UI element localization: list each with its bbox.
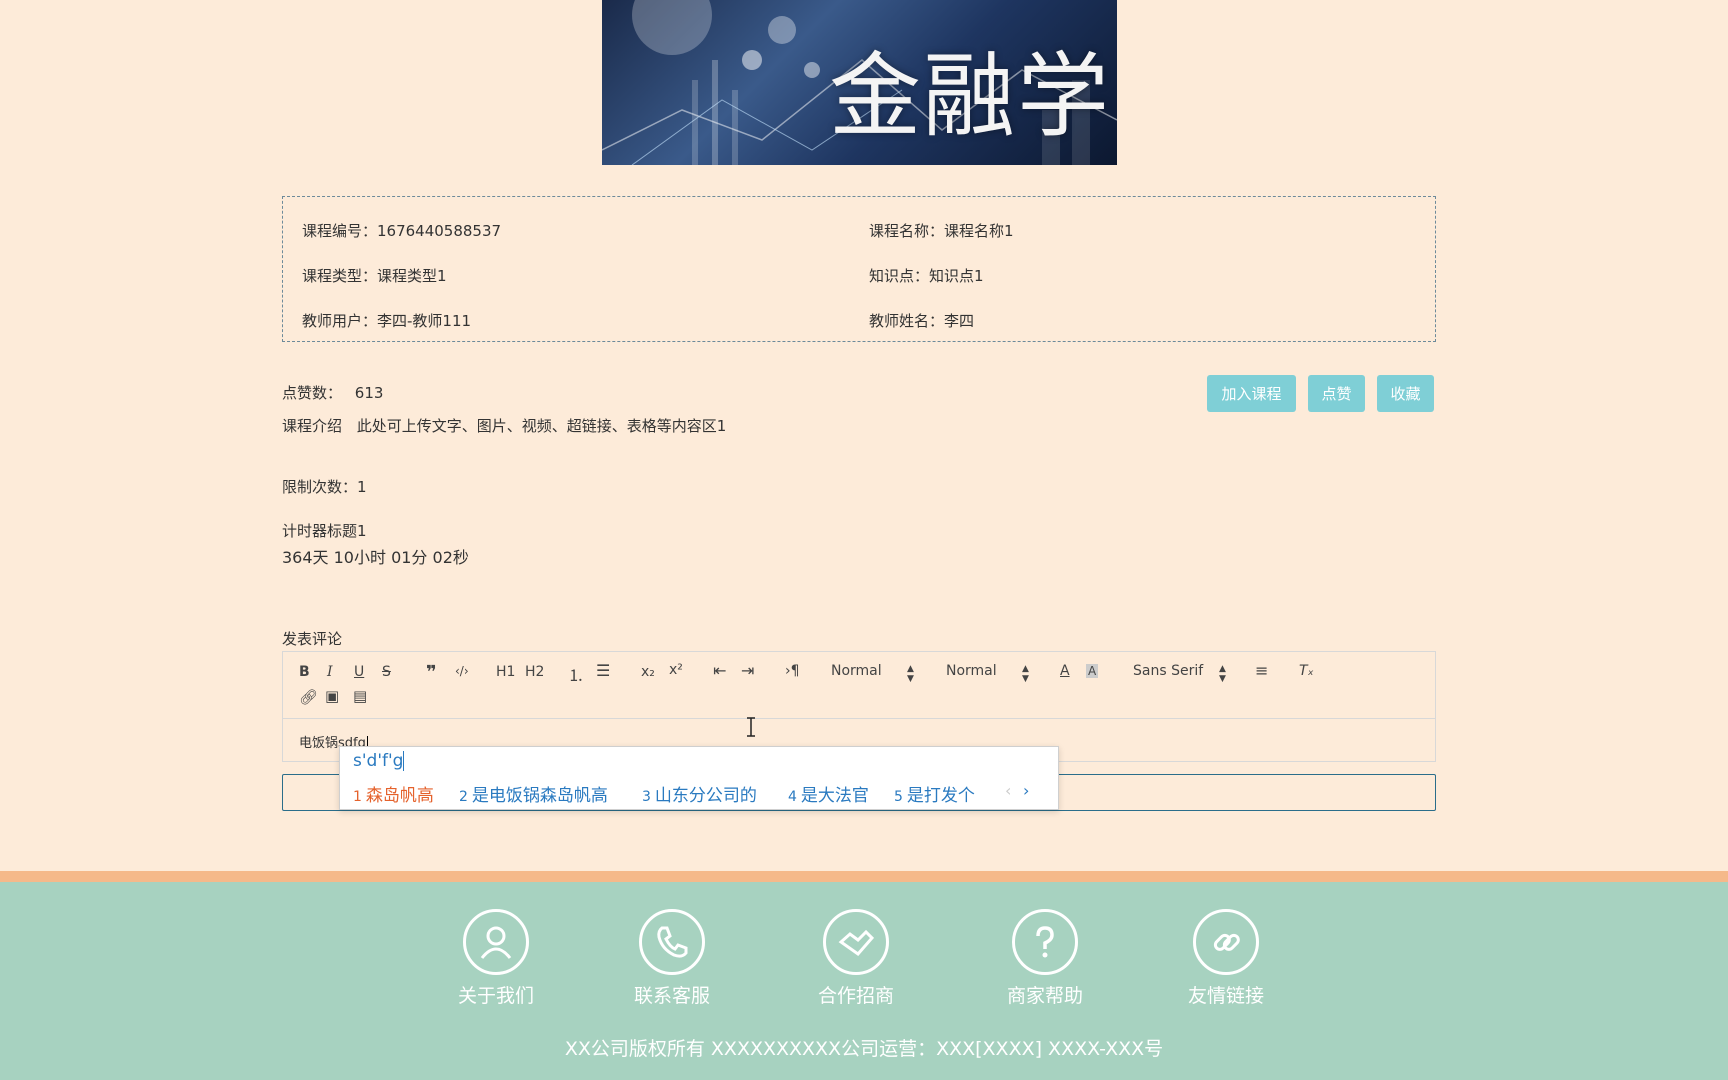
footer-label-service: 联系客服 [633, 985, 710, 1007]
bullet-list-icon[interactable]: ☰ [596, 661, 610, 680]
favorite-button[interactable]: 收藏 [1377, 375, 1434, 412]
footer-label-about: 关于我们 [457, 985, 534, 1007]
size-select[interactable]: Normal ▲ ▼ [946, 663, 1036, 684]
size-select-value: Normal [946, 663, 997, 679]
footer-label-friends: 友情链接 [1187, 985, 1264, 1007]
select-arrow-icon: ▲ ▼ [1022, 664, 1029, 684]
ime-candidate-popup: s'd'f'g 1 森岛帆高 2 是电饭锅森岛帆高 3 山东分公司的 4 是大法官 5是… [339, 746, 1059, 810]
course-number: 课程编号：1676440588537 [302, 222, 502, 240]
ime-candidate-5[interactable]: 5 是打发个 [894, 781, 975, 806]
course-name: 课程名称：课程名称1 [869, 222, 1014, 240]
footer-stripe [0, 871, 1728, 882]
image-icon[interactable]: ▣ [325, 687, 339, 705]
limit-count: 限制次数：1 [282, 478, 367, 496]
header1-icon[interactable]: H1 [496, 664, 515, 680]
question-icon [1012, 909, 1078, 975]
link-icon [1193, 909, 1259, 975]
likes-label: 点赞数： [282, 384, 343, 402]
like-button[interactable]: 点赞 [1308, 375, 1365, 412]
course-intro: 课程介绍 此处可上传文字、图片、视频、超链接、表格等内容区1 [282, 415, 726, 436]
footer: 关于我们 联系客服 合作招商 商家帮助 友情链接 XX公司版权所有 XXXXXX… [0, 882, 1728, 1080]
text-direction-icon[interactable]: ›¶ [785, 663, 800, 679]
intro-value: 此处可上传文字、图片、视频、超链接、表格等内容区1 [356, 417, 727, 435]
indent-icon[interactable]: ⇥ [741, 661, 754, 680]
background-color-icon[interactable]: A [1086, 664, 1099, 678]
handshake-icon [823, 909, 889, 975]
code-block-icon[interactable]: ‹/› [455, 664, 469, 678]
ime-candidate-4[interactable]: 4 是大法官 [788, 781, 869, 806]
underline-icon[interactable]: U [354, 664, 364, 680]
link-icon[interactable]: 🔗︎ [299, 688, 318, 706]
outdent-icon[interactable]: ⇤ [713, 661, 726, 680]
copyright-text: XX公司版权所有 XXXXXXXXXX公司运营：XXX[XXXX] XXXX-X… [564, 1038, 1164, 1060]
select-arrow-icon: ▲ ▼ [1219, 664, 1226, 684]
ime-next-icon[interactable]: › [1023, 781, 1029, 800]
footer-link-service[interactable]: 联系客服 [612, 909, 732, 1008]
video-icon[interactable]: ▤ [353, 687, 367, 705]
superscript-icon[interactable]: x² [669, 662, 683, 678]
comment-label: 发表评论 [282, 630, 343, 648]
phone-icon [639, 909, 705, 975]
editor-toolbar: B I U S ❞ ‹/› H1 H2 ⒈ ☰ x₂ x² ⇤ ⇥ ›¶ Nor… [283, 652, 1435, 719]
teacher-name: 教师姓名：李四 [869, 312, 975, 330]
join-course-button[interactable]: 加入课程 [1207, 375, 1296, 412]
header-select[interactable]: Normal ▲ ▼ [831, 663, 921, 684]
course-info-panel: 课程编号：1676440588537 课程名称：课程名称1 课程类型：课程类型1… [282, 196, 1436, 342]
header2-icon[interactable]: H2 [525, 664, 544, 680]
ime-prev-icon[interactable]: ‹ [1005, 781, 1011, 800]
likes-count: 点赞数： 613 [282, 382, 383, 403]
text-color-icon[interactable]: A [1060, 663, 1070, 679]
ime-candidate-2[interactable]: 2 是电饭锅森岛帆高 [459, 781, 608, 806]
italic-icon[interactable]: I [327, 664, 333, 680]
knowledge-point: 知识点：知识点1 [869, 267, 984, 285]
course-type: 课程类型：课程类型1 [302, 267, 447, 285]
blockquote-icon[interactable]: ❞ [426, 662, 437, 683]
ime-candidate-3[interactable]: 3 山东分公司的 [642, 781, 757, 806]
footer-label-cooperation: 合作招商 [817, 985, 894, 1007]
footer-link-cooperation[interactable]: 合作招商 [796, 909, 916, 1008]
intro-label: 课程介绍 [282, 417, 343, 435]
footer-link-help[interactable]: 商家帮助 [985, 909, 1105, 1008]
banner-title: 金融学 [828, 43, 1111, 150]
select-arrow-icon: ▲ ▼ [907, 664, 914, 684]
timer-countdown: 364天 10小时 01分 02秒 [282, 548, 469, 567]
timer-title: 计时器标题1 [282, 522, 367, 540]
bold-icon[interactable]: B [299, 664, 310, 680]
likes-value: 613 [354, 384, 384, 402]
font-select[interactable]: Sans Serif ▲ ▼ [1133, 663, 1233, 684]
ibeam-cursor-icon [747, 717, 755, 737]
footer-link-friends[interactable]: 友情链接 [1166, 909, 1286, 1008]
footer-label-help: 商家帮助 [1006, 985, 1083, 1007]
ime-composition: s'd'f'g [353, 751, 405, 771]
ime-candidate-1[interactable]: 1 森岛帆高 [353, 781, 434, 806]
clean-format-icon[interactable]: Tₓ [1299, 663, 1314, 679]
ordered-list-icon[interactable]: ⒈ [568, 662, 584, 686]
user-icon [463, 909, 529, 975]
font-select-value: Sans Serif [1133, 663, 1204, 679]
footer-link-about[interactable]: 关于我们 [436, 909, 556, 1008]
course-banner: 金融学 [602, 0, 1117, 165]
teacher-user: 教师用户：李四-教师111 [302, 312, 472, 330]
subscript-icon[interactable]: x₂ [641, 664, 655, 680]
header-select-value: Normal [831, 663, 882, 679]
strike-icon[interactable]: S [382, 664, 391, 680]
align-icon[interactable]: ≡ [1255, 661, 1268, 680]
